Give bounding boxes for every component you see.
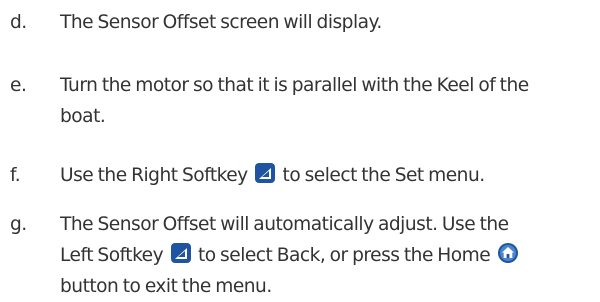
left-softkey-icon <box>170 242 192 264</box>
instruction-page: { "steps": [ { "letter": "d.", "lines": … <box>0 0 600 297</box>
step-text: The Sensor Offset screen will display. <box>60 12 382 33</box>
step-text-line-1: Turn the motor so that it is parallel wi… <box>60 75 529 96</box>
step-text-part-2: to select the Set menu. <box>282 165 486 186</box>
step-d: d. The Sensor Offset screen will display… <box>10 7 600 38</box>
step-letter: e. <box>10 75 27 96</box>
step-text-line-3: button to exit the menu. <box>60 276 272 297</box>
step-text-line-2: Left Softkey to select Back, or press th… <box>60 240 600 271</box>
step-e: e. Turn the motor so that it is parallel… <box>10 70 600 132</box>
step-g: g. The Sensor Offset will automatically … <box>10 209 600 302</box>
step-text-part-1: Left Softkey <box>60 245 164 266</box>
step-text-part-2: to select Back, or press the Home <box>197 245 491 266</box>
home-icon <box>497 242 519 264</box>
step-text-line-1: The Sensor Offset will automatically adj… <box>60 214 509 235</box>
right-softkey-icon <box>254 162 276 184</box>
step-letter: d. <box>10 12 27 33</box>
step-text-line-2: boat. <box>60 106 106 127</box>
step-letter: g. <box>10 214 27 235</box>
step-f: f. Use the Right Softkey to select the S… <box>10 160 600 191</box>
step-text: Use the Right Softkey to select the Set … <box>60 160 600 191</box>
step-letter: f. <box>10 165 21 186</box>
step-text-part-1: Use the Right Softkey <box>60 165 248 186</box>
